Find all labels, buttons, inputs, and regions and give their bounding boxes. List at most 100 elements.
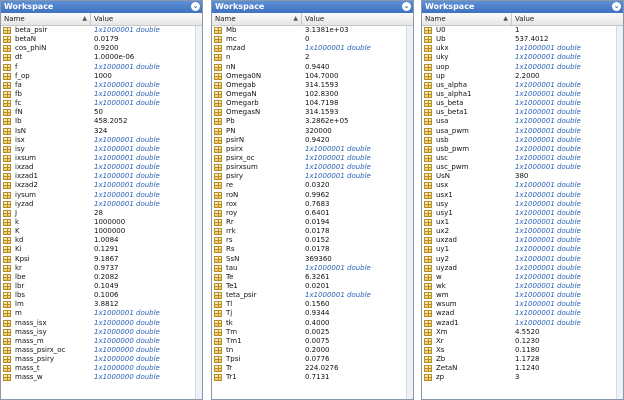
variable-row[interactable]: J 28 [1, 209, 202, 218]
variable-row[interactable]: Rr 0.0194 [212, 218, 413, 227]
variable-row[interactable]: ux2 1x1000001 double [422, 227, 623, 236]
variable-row[interactable]: psirN 0.9420 [212, 136, 413, 145]
variable-row[interactable]: teta_psir 1x1000001 double [212, 291, 413, 300]
variable-row[interactable]: wsum 1x1000001 double [422, 300, 623, 309]
variable-row[interactable]: usb_pwm 1x1000001 double [422, 145, 623, 154]
variable-row[interactable]: Ki 0.1291 [1, 245, 202, 254]
variable-row[interactable]: Tj 0.9344 [212, 309, 413, 318]
variable-row[interactable]: uop 1x1000001 double [422, 63, 623, 72]
variable-row[interactable]: OmegaN 102.8300 [212, 90, 413, 99]
variable-row[interactable]: zp 3 [422, 373, 623, 382]
variable-row[interactable]: Kpsi 9.1867 [1, 255, 202, 264]
variable-row[interactable]: Tl 0.1560 [212, 300, 413, 309]
variable-row[interactable]: nN 0.9440 [212, 63, 413, 72]
variable-row[interactable]: wm 1x1000001 double [422, 291, 623, 300]
variable-row[interactable]: fN 50 [1, 108, 202, 117]
variable-row[interactable]: m 1x1000001 double [1, 309, 202, 318]
variable-row[interactable]: tn 0.2000 [212, 346, 413, 355]
variable-row[interactable]: rox 0.7683 [212, 200, 413, 209]
variable-row[interactable]: re 0.0320 [212, 181, 413, 190]
variable-row[interactable]: Zb 1.1728 [422, 355, 623, 364]
column-header-value[interactable]: Value [91, 13, 113, 25]
variable-row[interactable]: usc_pwm 1x1000001 double [422, 163, 623, 172]
variable-row[interactable]: mzad 1x1000001 double [212, 44, 413, 53]
variable-row[interactable]: mass_w 1x1000000 double [1, 373, 202, 382]
variable-row[interactable]: roy 0.6401 [212, 209, 413, 218]
variable-row[interactable]: lm 3.8812 [1, 300, 202, 309]
variable-row[interactable]: k 1000000 [1, 218, 202, 227]
variable-row[interactable]: Omegarb 104.7198 [212, 99, 413, 108]
chevron-circle-down-icon[interactable]: ⌄ [612, 2, 621, 11]
variable-row[interactable]: SsN 369360 [212, 255, 413, 264]
variable-row[interactable]: cos_phiN 0.9200 [1, 44, 202, 53]
variable-row[interactable]: U0 1 [422, 26, 623, 35]
variable-row[interactable]: Te 6.3261 [212, 273, 413, 282]
variable-row[interactable]: PN 320000 [212, 127, 413, 136]
variable-row[interactable]: psirx_oc 1x1000001 double [212, 154, 413, 163]
variable-row[interactable]: Ib 458.2052 [1, 117, 202, 126]
variable-row[interactable]: usx1 1x1000001 double [422, 191, 623, 200]
variable-row[interactable]: Xm 4.5520 [422, 328, 623, 337]
variable-row[interactable]: Te1 0.0201 [212, 282, 413, 291]
variable-row[interactable]: Ub 537.4012 [422, 35, 623, 44]
variable-row[interactable]: us_beta1 1x1000001 double [422, 108, 623, 117]
variable-row[interactable]: mass_isy 1x1000000 double [1, 328, 202, 337]
variable-row[interactable]: usa 1x1000001 double [422, 117, 623, 126]
variable-row[interactable]: ixzad 1x1000001 double [1, 163, 202, 172]
variable-row[interactable]: psiry 1x1000001 double [212, 172, 413, 181]
column-header-value[interactable]: Value [512, 13, 534, 25]
variable-row[interactable]: wk 1x1000001 double [422, 282, 623, 291]
variable-row[interactable]: ukx 1x1000001 double [422, 44, 623, 53]
variable-row[interactable]: dt 1.0000e-06 [1, 53, 202, 62]
variable-row[interactable]: beta_psir 1x1000001 double [1, 26, 202, 35]
variable-row[interactable]: usy1 1x1000001 double [422, 209, 623, 218]
column-header-name[interactable]: Name ▲ [212, 13, 302, 25]
variable-row[interactable]: tau 1x1000001 double [212, 264, 413, 273]
variable-row[interactable]: uky 1x1000001 double [422, 53, 623, 62]
variable-row[interactable]: us_alpha 1x1000001 double [422, 81, 623, 90]
variable-row[interactable]: usx 1x1000001 double [422, 181, 623, 190]
variable-row[interactable]: tk 0.4000 [212, 319, 413, 328]
variable-row[interactable]: uy1 1x1000001 double [422, 245, 623, 254]
variable-row[interactable]: iyzad 1x1000001 double [1, 200, 202, 209]
variable-row[interactable]: mass_psirx_oc 1x1000000 double [1, 346, 202, 355]
scrollbar[interactable] [195, 26, 202, 399]
variable-row[interactable]: up 2.2000 [422, 72, 623, 81]
variable-row[interactable]: lbs 0.1006 [1, 291, 202, 300]
chevron-circle-down-icon[interactable]: ⌄ [402, 2, 411, 11]
variable-row[interactable]: f 1x1000001 double [1, 63, 202, 72]
variable-row[interactable]: w 1x1000001 double [422, 273, 623, 282]
variable-row[interactable]: us_alpha1 1x1000001 double [422, 90, 623, 99]
variable-row[interactable]: Tpsi 0.0776 [212, 355, 413, 364]
variable-row[interactable]: OmegasN 314.1593 [212, 108, 413, 117]
column-header-value[interactable]: Value [302, 13, 324, 25]
variable-row[interactable]: fa 1x1000001 double [1, 81, 202, 90]
variable-row[interactable]: Omega0N 104.7000 [212, 72, 413, 81]
variable-row[interactable]: usc 1x1000001 double [422, 154, 623, 163]
chevron-circle-down-icon[interactable]: ⌄ [191, 2, 200, 11]
variable-row[interactable]: Tr 224.0276 [212, 364, 413, 373]
variable-row[interactable]: uy2 1x1000001 double [422, 255, 623, 264]
variable-row[interactable]: betaN 0.0179 [1, 35, 202, 44]
variable-row[interactable]: kd 1.0084 [1, 236, 202, 245]
variable-row[interactable]: fc 1x1000001 double [1, 99, 202, 108]
variable-row[interactable]: mass_isx 1x1000000 double [1, 319, 202, 328]
variable-row[interactable]: ixzad1 1x1000001 double [1, 172, 202, 181]
variable-row[interactable]: mass_t 1x1000000 double [1, 364, 202, 373]
variable-row[interactable]: Mb 3.1381e+03 [212, 26, 413, 35]
column-header-name[interactable]: Name ▲ [1, 13, 91, 25]
variable-row[interactable]: psirx 1x1000001 double [212, 145, 413, 154]
variable-row[interactable]: uxzad 1x1000001 double [422, 236, 623, 245]
variable-row[interactable]: mass_psiry 1x1000000 double [1, 355, 202, 364]
variable-row[interactable]: f_op 1000 [1, 72, 202, 81]
variable-row[interactable]: mass_m 1x1000000 double [1, 337, 202, 346]
variable-row[interactable]: rs 0.0152 [212, 236, 413, 245]
variable-row[interactable]: iysum 1x1000001 double [1, 191, 202, 200]
variable-row[interactable]: usa_pwm 1x1000001 double [422, 127, 623, 136]
variable-row[interactable]: IsN 324 [1, 127, 202, 136]
variable-row[interactable]: Xr 0.1230 [422, 337, 623, 346]
scrollbar[interactable] [406, 26, 413, 399]
variable-row[interactable]: fb 1x1000001 double [1, 90, 202, 99]
variable-row[interactable]: mc 0 [212, 35, 413, 44]
variable-row[interactable]: us_beta 1x1000001 double [422, 99, 623, 108]
